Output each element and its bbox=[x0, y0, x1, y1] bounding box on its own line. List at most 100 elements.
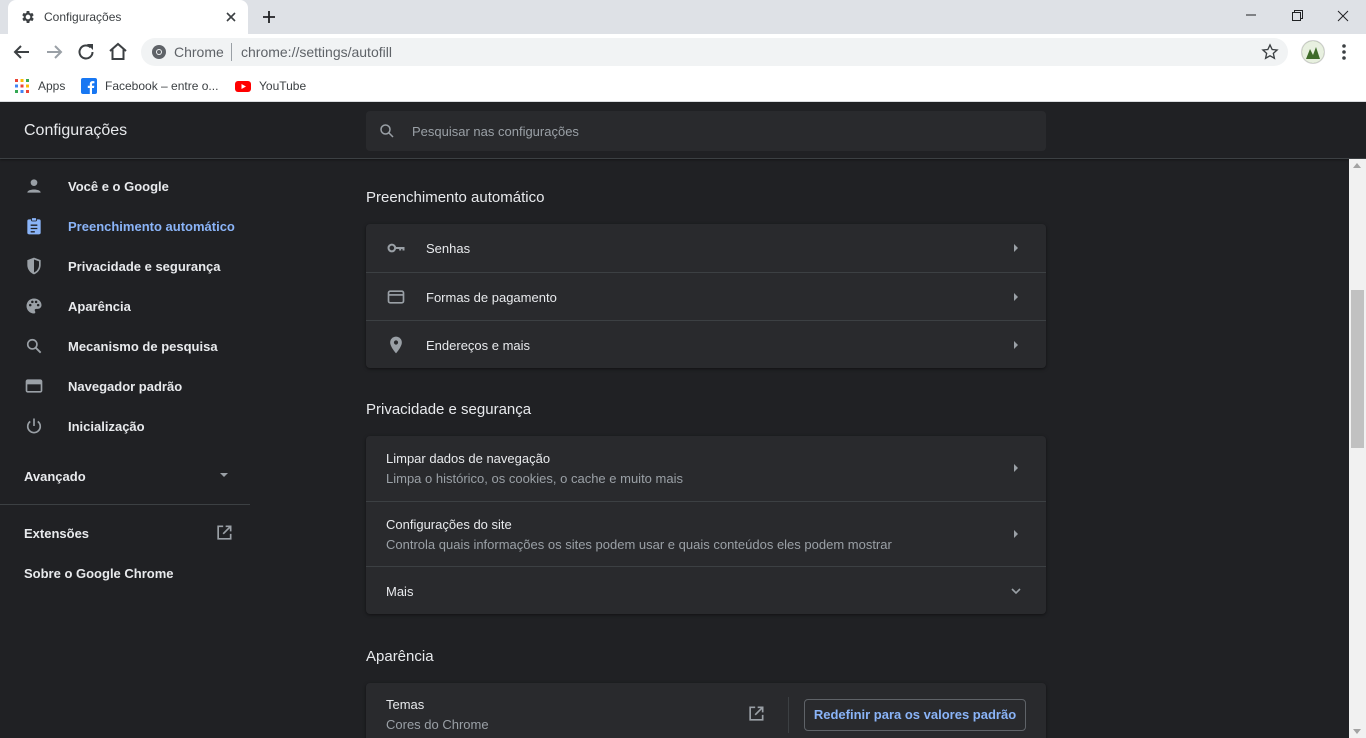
nav-item-voce-e-o-google[interactable]: Você e o Google bbox=[0, 166, 250, 206]
row-title: Mais bbox=[386, 584, 414, 599]
row-title: Limpar dados de navegação bbox=[386, 451, 551, 466]
row-label: Formas de pagamento bbox=[426, 290, 557, 305]
apps-grid-icon bbox=[15, 79, 29, 93]
more-vert-icon[interactable] bbox=[1333, 40, 1355, 64]
reload-icon[interactable] bbox=[74, 40, 98, 64]
nav-about-chrome[interactable]: Sobre o Google Chrome bbox=[24, 566, 174, 581]
row-title: Temas bbox=[386, 697, 425, 712]
scroll-up-arrow-icon[interactable] bbox=[1353, 163, 1361, 168]
expand-more-icon[interactable] bbox=[1010, 585, 1022, 597]
list-item-enderecos[interactable]: Endereços e mais bbox=[366, 320, 1046, 368]
omnibox-url[interactable]: chrome://settings/autofill bbox=[241, 44, 392, 60]
nav-divider bbox=[0, 504, 250, 505]
section-title-appearance: Aparência bbox=[366, 648, 434, 665]
search-icon bbox=[26, 338, 42, 354]
settings-page: Configurações Pesquisar nas configuraçõe… bbox=[0, 103, 1366, 738]
nav-item-inicializacao[interactable]: Inicialização bbox=[0, 406, 250, 446]
row-label: Senhas bbox=[426, 241, 471, 256]
forward-arrow-icon[interactable] bbox=[42, 40, 66, 64]
list-item-temas[interactable]: Temas Cores do Chrome Redefinir para os … bbox=[366, 683, 1046, 738]
row-subtitle: Controla quais informações os sites pode… bbox=[386, 537, 892, 552]
nav-item-preenchimento[interactable]: Preenchimento automático bbox=[0, 206, 250, 246]
section-title-privacy: Privacidade e segurança bbox=[366, 401, 532, 418]
person-icon bbox=[27, 179, 41, 193]
search-placeholder: Pesquisar nas configurações bbox=[412, 124, 579, 139]
power-icon bbox=[26, 418, 42, 434]
bookmarks-bar: Apps Facebook – entre o... YouTube bbox=[0, 70, 1366, 102]
arrow-right-icon bbox=[1014, 464, 1018, 472]
restore-icon[interactable] bbox=[1274, 0, 1320, 32]
nav-advanced[interactable]: Avançado bbox=[24, 469, 86, 484]
bookmark-label: Apps bbox=[38, 79, 66, 93]
clipboard-icon bbox=[27, 217, 41, 235]
nav-label: Navegador padrão bbox=[68, 379, 183, 394]
nav-extensions[interactable]: Extensões bbox=[24, 526, 89, 541]
row-title: Configurações do site bbox=[386, 517, 512, 532]
credit-card-icon bbox=[387, 290, 405, 304]
list-item-configuracoes-do-site[interactable]: Configurações do site Controla quais inf… bbox=[366, 501, 1046, 566]
list-item-formas-de-pagamento[interactable]: Formas de pagamento bbox=[366, 272, 1046, 320]
scrollbar-thumb[interactable] bbox=[1351, 290, 1364, 448]
arrow-right-icon bbox=[1014, 244, 1018, 252]
row-subtitle: Cores do Chrome bbox=[386, 717, 489, 732]
section-title-autofill: Preenchimento automático bbox=[366, 189, 545, 206]
list-item-senhas[interactable]: Senhas bbox=[366, 224, 1046, 272]
page-title: Configurações bbox=[24, 122, 128, 139]
tab-strip: Configurações bbox=[0, 0, 1366, 34]
key-icon bbox=[387, 243, 405, 253]
nav-label: Você e o Google bbox=[68, 179, 169, 194]
omnibox-chrome-label: Chrome bbox=[174, 44, 224, 60]
nav-item-privacidade[interactable]: Privacidade e segurança bbox=[0, 246, 250, 286]
facebook-icon bbox=[81, 78, 97, 94]
open-in-new-icon[interactable] bbox=[214, 523, 234, 543]
toolbar: Chrome chrome://settings/autofill bbox=[0, 34, 1366, 70]
row-subtitle: Limpa o histórico, os cookies, o cache e… bbox=[386, 471, 683, 486]
scroll-down-arrow-icon[interactable] bbox=[1353, 729, 1361, 734]
list-item-mais[interactable]: Mais bbox=[366, 566, 1046, 614]
search-input[interactable]: Pesquisar nas configurações bbox=[366, 111, 1046, 151]
dropdown-arrow-icon[interactable] bbox=[216, 467, 232, 483]
bookmark-apps[interactable]: Apps bbox=[14, 76, 65, 96]
minimize-icon[interactable] bbox=[1228, 0, 1274, 32]
close-icon[interactable] bbox=[222, 8, 240, 26]
home-icon[interactable] bbox=[106, 40, 130, 64]
youtube-icon bbox=[235, 81, 251, 92]
nav-label: Privacidade e segurança bbox=[68, 259, 221, 274]
open-in-new-icon[interactable] bbox=[746, 704, 766, 724]
chrome-logo-icon bbox=[152, 45, 166, 59]
bookmark-label: YouTube bbox=[259, 79, 307, 93]
arrow-right-icon bbox=[1014, 341, 1018, 349]
tab-settings[interactable]: Configurações bbox=[8, 0, 248, 34]
location-pin-icon bbox=[390, 336, 402, 354]
nav-label: Preenchimento automático bbox=[68, 219, 235, 234]
privacy-card: Limpar dados de navegação Limpa o histór… bbox=[366, 436, 1046, 614]
nav-item-navegador-padrao[interactable]: Navegador padrão bbox=[0, 366, 250, 406]
arrow-right-icon bbox=[1014, 293, 1018, 301]
bookmark-youtube[interactable]: YouTube bbox=[235, 76, 306, 96]
gear-icon bbox=[22, 11, 34, 23]
bookmark-star-icon[interactable] bbox=[1260, 42, 1280, 62]
omnibox[interactable]: Chrome chrome://settings/autofill bbox=[141, 38, 1288, 66]
search-icon bbox=[380, 124, 394, 138]
avatar[interactable] bbox=[1301, 40, 1325, 64]
nav-item-aparencia[interactable]: Aparência bbox=[0, 286, 250, 326]
vertical-separator bbox=[788, 697, 789, 733]
nav-label: Aparência bbox=[68, 299, 131, 314]
nav-item-mecanismo-de-pesquisa[interactable]: Mecanismo de pesquisa bbox=[0, 326, 250, 366]
nav-label: Mecanismo de pesquisa bbox=[68, 339, 218, 354]
row-label: Endereços e mais bbox=[426, 338, 531, 353]
list-item-limpar-dados[interactable]: Limpar dados de navegação Limpa o histór… bbox=[366, 436, 1046, 501]
window-close-icon[interactable] bbox=[1320, 0, 1366, 32]
palette-icon bbox=[26, 298, 42, 314]
omnibox-separator bbox=[231, 43, 232, 61]
new-tab-plus-icon[interactable] bbox=[259, 7, 279, 27]
appearance-card: Temas Cores do Chrome Redefinir para os … bbox=[366, 683, 1046, 738]
browser-window-icon bbox=[25, 379, 43, 393]
reset-theme-button[interactable]: Redefinir para os valores padrão bbox=[804, 699, 1026, 731]
scrollbar[interactable] bbox=[1349, 159, 1366, 738]
settings-header: Configurações Pesquisar nas configuraçõe… bbox=[0, 103, 1366, 159]
tab-title: Configurações bbox=[44, 10, 122, 24]
bookmark-facebook[interactable]: Facebook – entre o... bbox=[81, 76, 218, 96]
arrow-right-icon bbox=[1014, 530, 1018, 538]
back-arrow-icon[interactable] bbox=[10, 40, 34, 64]
